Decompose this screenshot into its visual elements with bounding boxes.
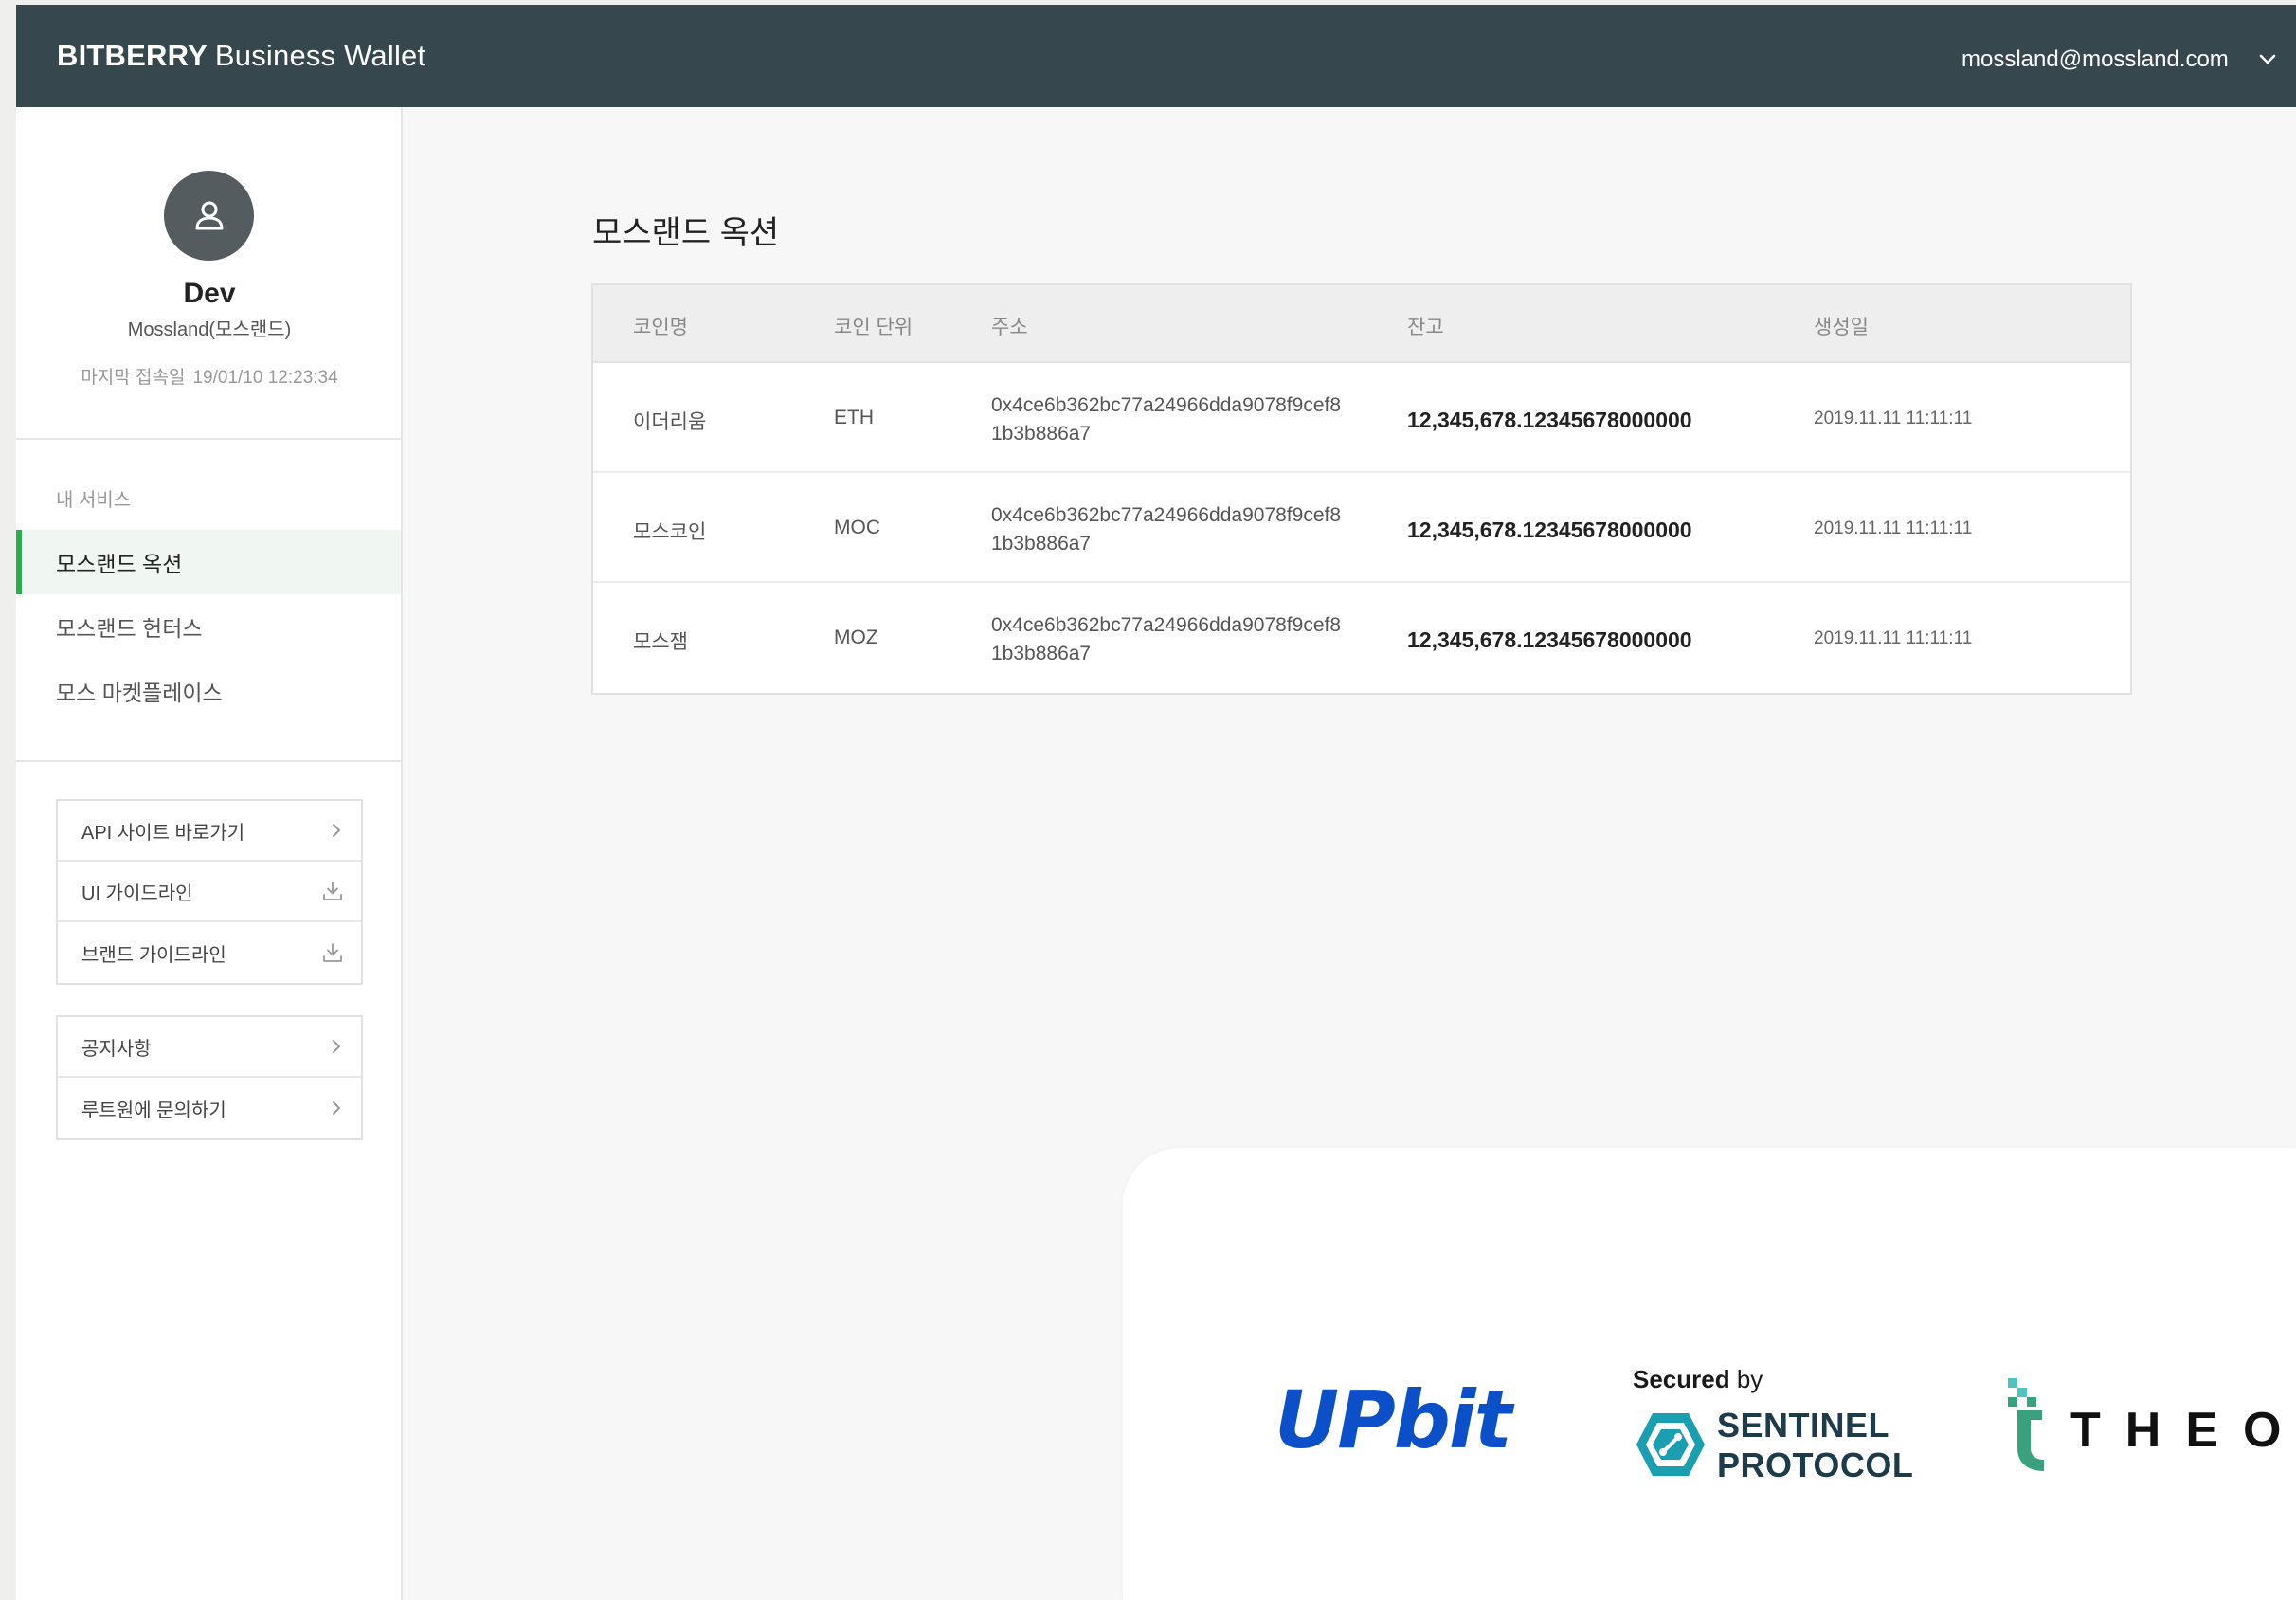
cell-coin-unit: ETH [834, 407, 874, 428]
column-header-address: 주소 [991, 317, 1028, 338]
column-header-coin-unit: 코인 단위 [834, 317, 913, 338]
sidebar-item-label: 모스랜드 헌터스 [56, 616, 203, 641]
cell-coin-name: 모스잼 [633, 631, 688, 653]
download-icon [323, 943, 342, 962]
cell-coin-name: 이더리움 [633, 411, 707, 433]
sentinel-protocol-icon [1636, 1413, 1705, 1476]
sentinel-line-2: PROTOCOL [1717, 1445, 1914, 1484]
secured-word: Secured [1633, 1365, 1730, 1393]
cell-balance: 12,345,678.12345678000000 [1407, 518, 1692, 542]
cell-created: 2019.11.11 11:11:11 [1814, 628, 1973, 648]
link-notices[interactable]: 공지사항 [58, 1017, 361, 1078]
partner-logos-card: UPbit Secured by SENTINEL PROTOCOL THEO [1123, 1148, 2296, 1600]
last-login-label: 마지막 접속일 [81, 368, 186, 388]
brand-name: BITBERRY [57, 39, 208, 72]
cell-coin-unit: MOC [834, 517, 880, 538]
section-label-my-services: 내 서비스 [56, 490, 132, 511]
sidebar-item-moss-marketplace[interactable]: 모스 마켓플레이스 [16, 659, 401, 723]
resource-links: API 사이트 바로가기 UI 가이드라인 브랜드 가이드라인 [56, 799, 363, 985]
sentinel-line-1: SENTINEL [1717, 1406, 1890, 1445]
cell-balance: 12,345,678.12345678000000 [1407, 627, 1692, 652]
sidebar-divider [16, 438, 401, 440]
theo-logo: THEO [2070, 1403, 2296, 1458]
column-header-created: 생성일 [1814, 317, 1869, 338]
table-row[interactable]: 모스코인 MOC 0x4ce6b362bc77a24966dda9078f9ce… [593, 473, 2130, 583]
sidebar-divider [16, 760, 401, 762]
cell-address: 0x4ce6b362bc77a24966dda9078f9cef81b3b886… [991, 394, 1342, 445]
sentinel-protocol-logo: SENTINEL PROTOCOL [1717, 1406, 1913, 1485]
sidebar-item-mossland-hunters[interactable]: 모스랜드 헌터스 [16, 594, 401, 659]
top-bar: BITBERRY Business Wallet mossland@mosslan… [16, 5, 2296, 107]
sidebar: Dev Mossland(모스랜드) 마지막 접속일 19/01/10 12:23… [16, 107, 403, 1600]
secured-by-word: by [1736, 1365, 1763, 1393]
chevron-right-icon [333, 824, 341, 837]
table-row[interactable]: 이더리움 ETH 0x4ce6b362bc77a24966dda9078f9ce… [593, 363, 2130, 473]
support-links: 공지사항 루트원에 문의하기 [56, 1015, 363, 1140]
link-label: UI 가이드라인 [81, 882, 193, 904]
link-api-site[interactable]: API 사이트 바로가기 [58, 801, 361, 862]
link-label: 브랜드 가이드라인 [81, 944, 226, 966]
link-contact-rootone[interactable]: 루트원에 문의하기 [58, 1078, 361, 1138]
secured-by-label: Secured by [1633, 1365, 1763, 1394]
download-icon [323, 882, 342, 900]
sidebar-item-mossland-auction[interactable]: 모스랜드 옥션 [16, 530, 401, 594]
cell-balance: 12,345,678.12345678000000 [1407, 408, 1692, 432]
table-header: 코인명 코인 단위 주소 잔고 생성일 [593, 285, 2130, 363]
user-email: mossland@mossland.com [1962, 46, 2229, 72]
profile-organization: Mossland(모스랜드) [127, 319, 292, 340]
cell-address: 0x4ce6b362bc77a24966dda9078f9cef81b3b886… [991, 504, 1342, 555]
link-brand-guideline[interactable]: 브랜드 가이드라인 [58, 922, 361, 983]
coin-table: 코인명 코인 단위 주소 잔고 생성일 이더리움 ETH 0x4ce6b362b… [591, 283, 2132, 695]
link-label: 공지사항 [81, 1038, 152, 1060]
upbit-logo: UPbit [1275, 1373, 1512, 1466]
cell-created: 2019.11.11 11:11:11 [1814, 409, 1973, 428]
avatar[interactable] [164, 171, 254, 261]
sidebar-item-label: 모스 마켓플레이스 [56, 681, 223, 705]
user-menu[interactable]: mossland@mossland.com [1962, 46, 2278, 73]
chevron-right-icon [333, 1040, 341, 1053]
column-header-balance: 잔고 [1407, 317, 1444, 338]
cell-coin-name: 모스코인 [633, 521, 707, 543]
sidebar-item-label: 모스랜드 옥션 [56, 552, 183, 576]
theo-icon [2008, 1378, 2044, 1471]
brand-subtitle: Business Wallet [214, 39, 426, 72]
last-login: 마지막 접속일 19/01/10 12:23:34 [16, 363, 403, 389]
brand-logo[interactable]: BITBERRY Business Wallet [57, 39, 425, 73]
link-ui-guideline[interactable]: UI 가이드라인 [58, 862, 361, 922]
last-login-value: 19/01/10 12:23:34 [192, 368, 338, 388]
cell-coin-unit: MOZ [834, 627, 878, 648]
cell-created: 2019.11.11 11:11:11 [1814, 518, 1973, 538]
cell-address: 0x4ce6b362bc77a24966dda9078f9cef81b3b886… [991, 614, 1342, 664]
link-label: 루트원에 문의하기 [81, 1100, 226, 1121]
table-row[interactable]: 모스잼 MOZ 0x4ce6b362bc77a24966dda9078f9cef… [593, 583, 2130, 693]
column-header-coin-name: 코인명 [633, 317, 688, 338]
page-title: 모스랜드 옥션 [592, 215, 780, 251]
chevron-right-icon [333, 1101, 341, 1115]
profile-name: Dev [183, 278, 236, 309]
chevron-down-icon[interactable] [2257, 49, 2278, 70]
link-label: API 사이트 바로가기 [81, 822, 245, 844]
user-icon [195, 201, 223, 229]
